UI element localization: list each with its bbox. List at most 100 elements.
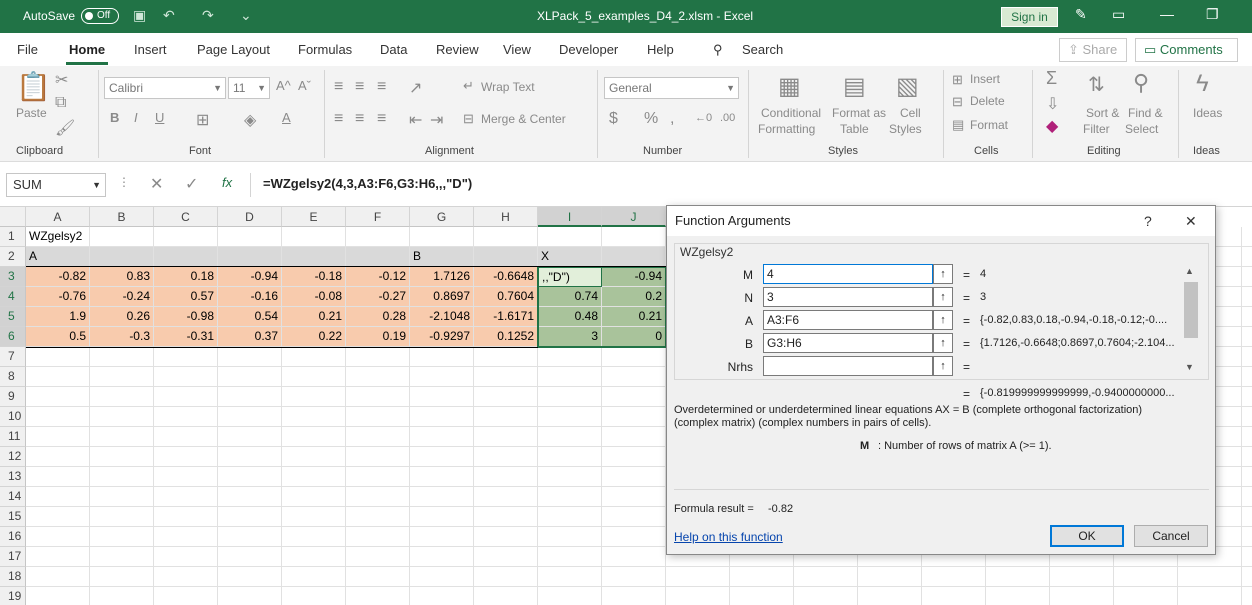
cell-D5[interactable]: 0.54 bbox=[218, 307, 282, 327]
column-header[interactable]: A bbox=[26, 207, 90, 227]
column-header[interactable]: I bbox=[538, 207, 602, 227]
cell-E4[interactable]: -0.08 bbox=[282, 287, 346, 307]
orientation-icon[interactable]: ↗ bbox=[409, 78, 422, 98]
cell-F3[interactable]: -0.12 bbox=[346, 267, 410, 287]
tab-help[interactable]: Help bbox=[647, 42, 674, 57]
wrap-text-button[interactable]: Wrap Text bbox=[481, 80, 535, 94]
share-button[interactable]: ⇪ Share bbox=[1059, 38, 1127, 62]
cell-E6[interactable]: 0.22 bbox=[282, 327, 346, 347]
cell-I3-active[interactable]: ,,"D") bbox=[538, 267, 602, 287]
align-right-icon[interactable]: ≡ bbox=[377, 110, 386, 128]
cell-I6[interactable]: 3 bbox=[538, 327, 602, 347]
borders-icon[interactable]: ⊞ bbox=[196, 110, 209, 130]
comments-button[interactable]: ▭ Comments bbox=[1135, 38, 1238, 62]
sort-filter-label2[interactable]: Filter bbox=[1083, 122, 1110, 136]
tab-page-layout[interactable]: Page Layout bbox=[197, 42, 270, 57]
align-left-icon[interactable]: ≡ bbox=[334, 110, 343, 128]
help-question-button[interactable]: ? bbox=[1144, 213, 1152, 229]
format-cells-button[interactable]: Format bbox=[970, 118, 1008, 132]
cell-H5[interactable]: -1.6171 bbox=[474, 307, 538, 327]
format-as-table-icon[interactable]: ▤ bbox=[843, 72, 866, 101]
format-cells-icon[interactable]: ▤ bbox=[952, 117, 964, 133]
font-name-select[interactable]: Calibri ▼ bbox=[104, 77, 226, 99]
merge-center-button[interactable]: Merge & Center bbox=[481, 112, 566, 126]
row-header[interactable]: 11 bbox=[0, 427, 26, 447]
clear-icon[interactable]: ◆ bbox=[1046, 116, 1058, 136]
cell-B5[interactable]: 0.26 bbox=[90, 307, 154, 327]
paste-icon[interactable]: 📋 bbox=[16, 70, 51, 103]
cell-D6[interactable]: 0.37 bbox=[218, 327, 282, 347]
cell-G3[interactable]: 1.7126 bbox=[410, 267, 474, 287]
percent-icon[interactable]: % bbox=[644, 110, 658, 128]
increase-indent-icon[interactable]: ⇥ bbox=[430, 110, 443, 130]
insert-function-icon[interactable]: fx bbox=[222, 175, 232, 190]
merge-icon[interactable]: ⊟ bbox=[463, 111, 474, 127]
cancel-icon[interactable]: ✕ bbox=[150, 174, 163, 194]
select-all-corner[interactable] bbox=[0, 207, 26, 227]
cell-F5[interactable]: 0.28 bbox=[346, 307, 410, 327]
cell-H6[interactable]: 0.1252 bbox=[474, 327, 538, 347]
cell-I2[interactable]: X bbox=[538, 247, 602, 267]
row-header[interactable]: 10 bbox=[0, 407, 26, 427]
cell-A5[interactable]: 1.9 bbox=[26, 307, 90, 327]
cell-styles-label1[interactable]: Cell bbox=[900, 106, 921, 120]
cell-D2[interactable] bbox=[218, 247, 282, 267]
scroll-up-icon[interactable]: ▲ bbox=[1185, 266, 1194, 276]
cell-B6[interactable]: -0.3 bbox=[90, 327, 154, 347]
bold-icon[interactable]: B bbox=[110, 110, 119, 125]
increase-font-icon[interactable]: A^ bbox=[276, 78, 291, 93]
wrap-text-icon[interactable]: ↵ bbox=[463, 78, 474, 94]
cell-E2[interactable] bbox=[282, 247, 346, 267]
center-icon[interactable]: ≡ bbox=[355, 110, 364, 128]
redo-icon[interactable]: ↷ bbox=[202, 7, 214, 24]
copy-icon[interactable]: ⧉ bbox=[55, 94, 66, 112]
collapse-dialog-icon[interactable]: ↑ bbox=[933, 356, 953, 376]
tab-home[interactable]: Home bbox=[69, 42, 105, 57]
column-header[interactable]: D bbox=[218, 207, 282, 227]
tab-developer[interactable]: Developer bbox=[559, 42, 618, 57]
cut-icon[interactable]: ✂ bbox=[55, 70, 68, 90]
format-as-table-label2[interactable]: Table bbox=[840, 122, 869, 136]
row-header[interactable]: 4 bbox=[0, 287, 26, 307]
sort-filter-label1[interactable]: Sort & bbox=[1086, 106, 1119, 120]
delete-cells-icon[interactable]: ⊟ bbox=[952, 94, 963, 110]
arg-input-n[interactable]: 3 bbox=[763, 287, 933, 307]
tab-formulas[interactable]: Formulas bbox=[298, 42, 352, 57]
cell-G2[interactable]: B bbox=[410, 247, 474, 267]
sort-filter-icon[interactable]: ⇅ bbox=[1088, 72, 1105, 97]
column-header[interactable]: G bbox=[410, 207, 474, 227]
cell-B3[interactable]: 0.83 bbox=[90, 267, 154, 287]
arg-input-b[interactable]: G3:H6 bbox=[763, 333, 933, 353]
italic-icon[interactable]: I bbox=[134, 110, 138, 125]
ok-button[interactable]: OK bbox=[1050, 525, 1124, 547]
tab-data[interactable]: Data bbox=[380, 42, 407, 57]
fill-icon[interactable]: ⇩ bbox=[1046, 94, 1059, 114]
format-as-table-label1[interactable]: Format as bbox=[832, 106, 886, 120]
row-header[interactable]: 19 bbox=[0, 587, 26, 605]
cell-A3[interactable]: -0.82 bbox=[26, 267, 90, 287]
cell-F6[interactable]: 0.19 bbox=[346, 327, 410, 347]
middle-align-icon[interactable]: ≡ bbox=[355, 78, 364, 96]
pen-icon[interactable]: ✎ bbox=[1075, 6, 1087, 23]
cell-H2[interactable] bbox=[474, 247, 538, 267]
cell-A6[interactable]: 0.5 bbox=[26, 327, 90, 347]
column-header[interactable]: E bbox=[282, 207, 346, 227]
tab-view[interactable]: View bbox=[503, 42, 531, 57]
font-size-select[interactable]: 11 ▼ bbox=[228, 77, 270, 99]
enter-icon[interactable]: ✓ bbox=[185, 174, 198, 194]
row-header[interactable]: 9 bbox=[0, 387, 26, 407]
fill-color-icon[interactable]: ◈ bbox=[244, 110, 256, 130]
collapse-dialog-icon[interactable]: ↑ bbox=[933, 310, 953, 330]
conditional-formatting-label2[interactable]: Formatting bbox=[758, 122, 815, 136]
row-header[interactable]: 14 bbox=[0, 487, 26, 507]
cell-I5[interactable]: 0.48 bbox=[538, 307, 602, 327]
cell-C5[interactable]: -0.98 bbox=[154, 307, 218, 327]
close-icon[interactable]: ✕ bbox=[1185, 213, 1197, 230]
row-header[interactable]: 3 bbox=[0, 267, 26, 287]
formula-input[interactable]: =WZgelsy2(4,3,A3:F6,G3:H6,,,"D") bbox=[250, 173, 1252, 197]
help-link[interactable]: Help on this function bbox=[674, 530, 783, 544]
row-header[interactable]: 18 bbox=[0, 567, 26, 587]
find-select-icon[interactable]: ⚲ bbox=[1133, 70, 1149, 96]
cell-B2[interactable] bbox=[90, 247, 154, 267]
collapse-dialog-icon[interactable]: ↑ bbox=[933, 264, 953, 284]
